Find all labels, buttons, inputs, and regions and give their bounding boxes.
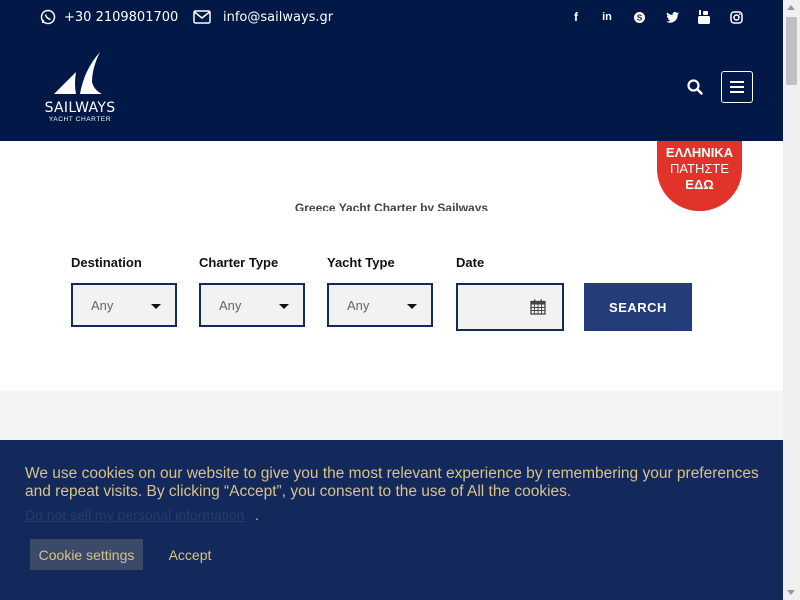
skype-icon[interactable]: S <box>631 9 647 25</box>
logo-name: SAILWAYS <box>44 100 116 116</box>
twitter-icon[interactable] <box>664 9 680 25</box>
scroll-up-arrow-icon[interactable] <box>787 5 795 10</box>
cookie-banner: We use cookies on our website to give yo… <box>0 440 783 600</box>
section-subtitle: Greece Yacht Charter by Sailways <box>294 201 489 211</box>
destination-select[interactable]: Any <box>71 283 177 327</box>
date-label: Date <box>456 255 485 270</box>
hamburger-menu-button[interactable] <box>721 71 753 103</box>
menu-bar <box>730 91 744 93</box>
scrollbar-thumb[interactable] <box>786 17 797 85</box>
cookie-message: We use cookies on our website to give yo… <box>25 465 759 500</box>
chevron-down-icon <box>407 304 417 309</box>
phone-contact[interactable]: +30 2109801700 <box>40 8 178 26</box>
logo-tagline: YACHT CHARTER <box>48 116 112 123</box>
charter-type-select[interactable]: Any <box>199 283 305 327</box>
instagram-icon[interactable] <box>728 9 744 25</box>
badge-line-2: ΠΑΤΗΣΤΕ <box>669 161 730 176</box>
youtube-icon[interactable] <box>696 9 712 25</box>
linkedin-icon[interactable]: in <box>599 9 615 25</box>
chevron-down-icon <box>279 304 289 309</box>
do-not-sell-link[interactable]: Do not sell my personal information <box>25 507 244 523</box>
badge-line-3: ΕΔΩ <box>685 177 714 192</box>
facebook-icon[interactable]: f <box>568 9 584 25</box>
vertical-scrollbar[interactable] <box>783 0 800 600</box>
email-address: info@sailways.gr <box>223 9 334 25</box>
charter-type-label: Charter Type <box>199 255 279 270</box>
cookie-link-period: . <box>255 507 259 523</box>
menu-bar <box>730 86 744 88</box>
charter-type-value: Any <box>219 297 242 313</box>
sail-logo-icon <box>54 52 102 94</box>
destination-value: Any <box>91 297 114 313</box>
cookie-settings-button[interactable]: Cookie settings <box>30 539 143 570</box>
destination-label: Destination <box>71 255 142 270</box>
cookie-accept-button[interactable]: Accept <box>160 539 220 570</box>
envelope-icon <box>193 10 211 24</box>
sailways-logo[interactable]: SAILWAYS YACHT CHARTER <box>40 50 120 128</box>
calendar-icon[interactable] <box>530 299 546 315</box>
chevron-down-icon <box>151 304 161 309</box>
scroll-down-arrow-icon[interactable] <box>787 590 795 595</box>
phone-number: +30 2109801700 <box>64 9 179 25</box>
search-button[interactable]: SEARCH <box>584 283 692 331</box>
site-header: +30 2109801700 info@sailways.gr f in S S… <box>0 0 783 141</box>
menu-bar <box>730 81 744 83</box>
section-divider-band <box>0 391 783 440</box>
whatsapp-icon <box>40 9 56 25</box>
yacht-type-value: Any <box>347 297 370 313</box>
badge-line-1: ΕΛΛΗΝΙΚΑ <box>665 145 734 160</box>
search-icon[interactable] <box>686 78 704 96</box>
svg-text:S: S <box>636 13 642 22</box>
yacht-type-label: Yacht Type <box>327 255 395 270</box>
yacht-type-select[interactable]: Any <box>327 283 433 327</box>
date-input[interactable] <box>456 283 564 331</box>
email-contact[interactable]: info@sailways.gr <box>193 8 333 26</box>
